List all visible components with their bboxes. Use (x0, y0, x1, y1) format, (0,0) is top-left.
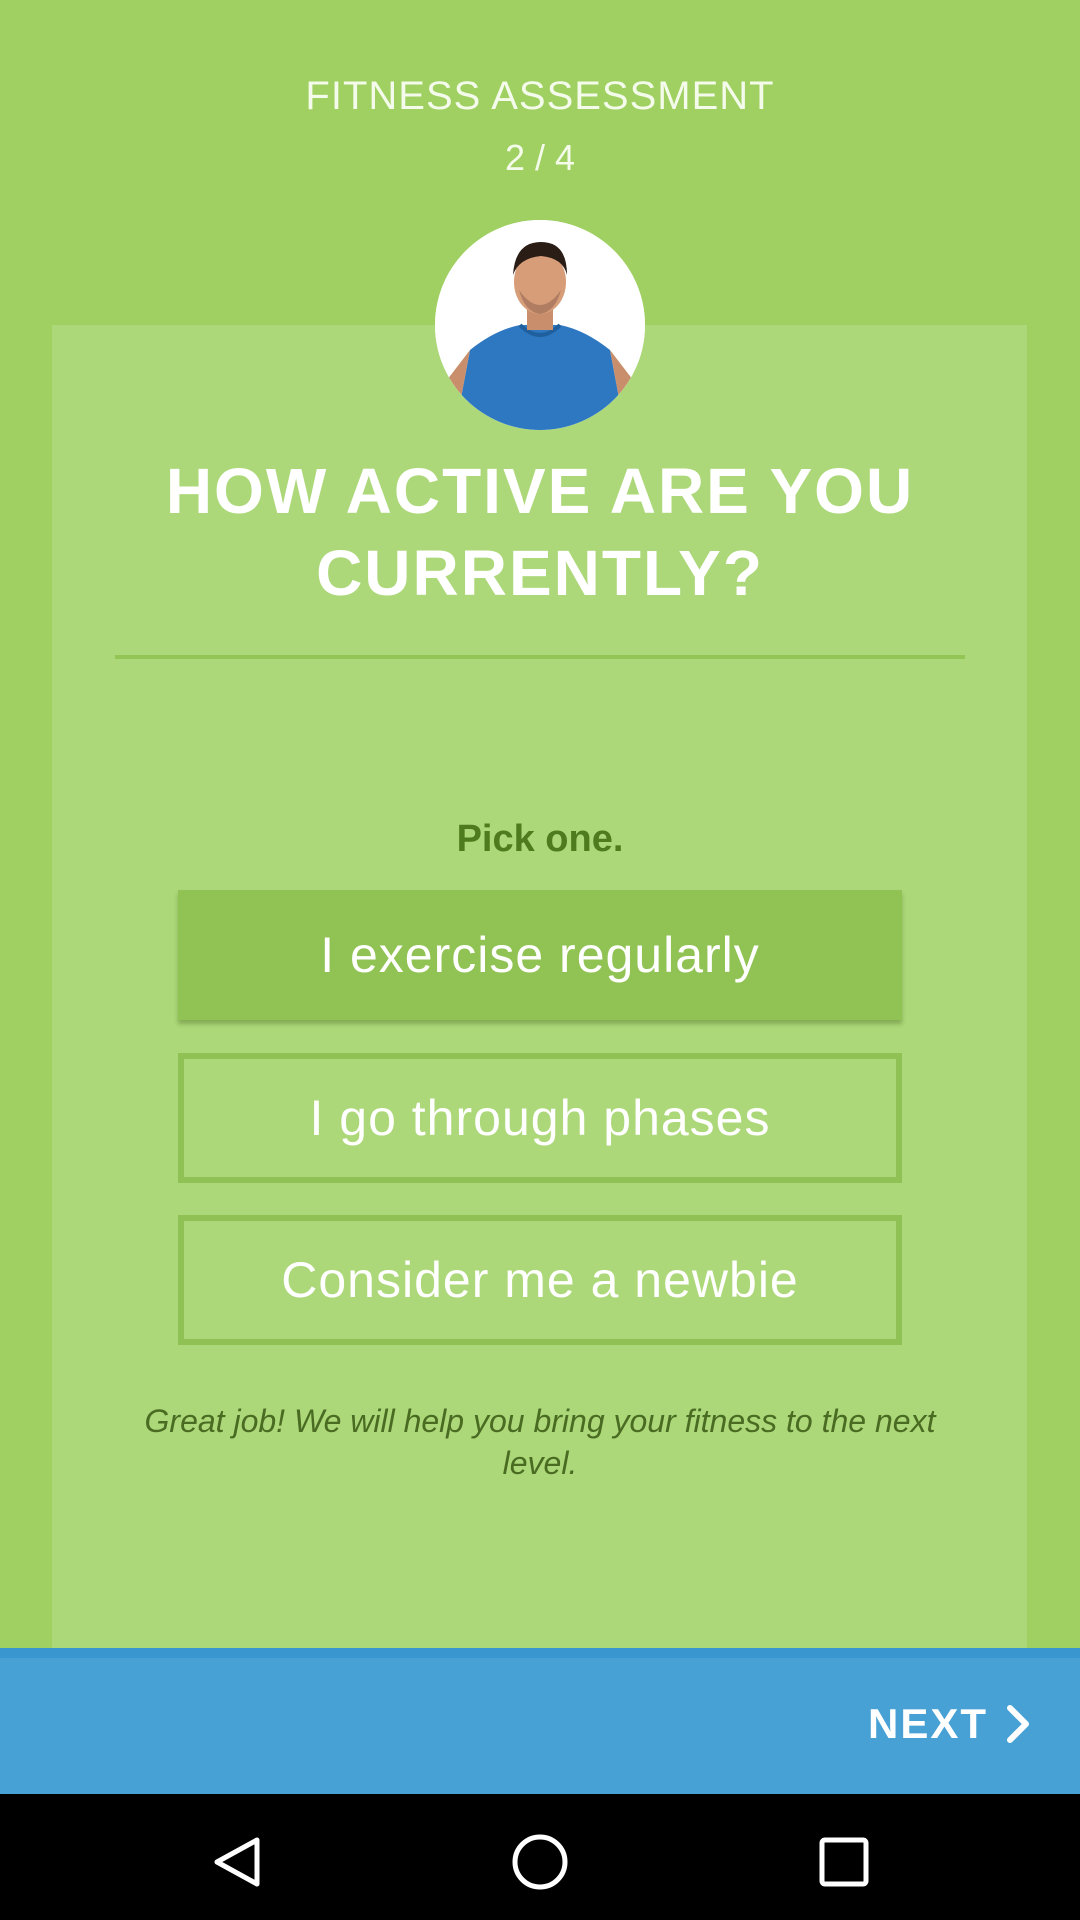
question-line-2: CURRENTLY? (316, 537, 764, 609)
header-title: FITNESS ASSESSMENT (305, 74, 775, 118)
question-line-1: HOW ACTIVE ARE YOU (165, 455, 915, 527)
person-avatar-icon (435, 220, 645, 430)
next-label: NEXT (867, 1700, 988, 1747)
avatar (435, 220, 645, 430)
recents-square-icon (819, 1837, 869, 1887)
option-exercise-regularly[interactable]: I exercise regularly (178, 890, 902, 1020)
back-triangle-icon (214, 1837, 260, 1887)
feedback-message: Great job! We will help you bring your f… (144, 1403, 936, 1481)
system-navbar (0, 1794, 1080, 1920)
pick-one-label: Pick one. (456, 818, 624, 860)
option-newbie[interactable]: Consider me a newbie (178, 1215, 902, 1345)
divider (115, 655, 965, 659)
recents-button[interactable] (814, 1832, 874, 1892)
option-go-through-phases[interactable]: I go through phases (178, 1053, 902, 1183)
home-button[interactable] (510, 1832, 570, 1892)
footer-bar: NEXT (0, 1648, 1080, 1794)
step-indicator: 2 / 4 (504, 137, 576, 178)
back-button[interactable] (207, 1832, 267, 1892)
home-circle-icon (512, 1834, 568, 1890)
next-button[interactable]: NEXT (868, 1700, 1030, 1748)
question-heading: HOW ACTIVE ARE YOU CURRENTLY? (100, 450, 980, 614)
chevron-right-icon (1006, 1704, 1030, 1744)
